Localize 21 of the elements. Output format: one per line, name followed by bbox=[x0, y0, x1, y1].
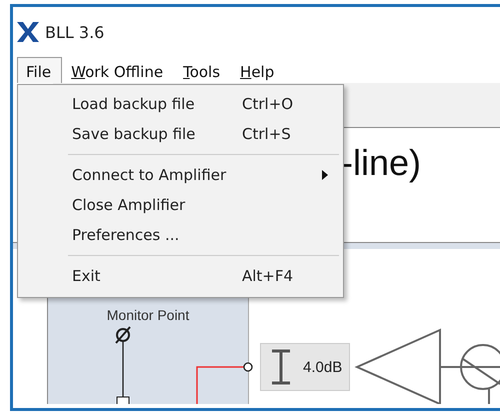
menu-bar-item[interactable]: Work Offline bbox=[62, 57, 174, 83]
submenu-arrow-icon bbox=[322, 170, 328, 180]
panel-title: Monitor Point bbox=[106, 307, 190, 323]
transistor-symbol-drawing bbox=[440, 344, 500, 404]
menu-item[interactable]: Close Amplifier bbox=[18, 190, 343, 220]
menu-item[interactable]: Save backup file Ctrl+S bbox=[18, 119, 343, 149]
page-heading: -line) bbox=[341, 142, 422, 185]
menu-item[interactable]: Load backup file Ctrl+O bbox=[18, 89, 343, 119]
gain-value: 4.0dB bbox=[303, 358, 342, 376]
x-logo-icon bbox=[17, 22, 39, 42]
menu-item[interactable]: Preferences ... bbox=[18, 220, 343, 250]
menu-item[interactable]: Exit Alt+F4 bbox=[18, 261, 343, 291]
submenu-item[interactable]: Connect to Amplifier bbox=[18, 160, 343, 190]
window-title: BLL 3.6 bbox=[45, 22, 104, 42]
menu-bar-item[interactable]: Help bbox=[231, 57, 286, 83]
i-beam-icon bbox=[271, 349, 291, 385]
menu-bar-item[interactable]: File bbox=[17, 57, 62, 83]
menu-bar-item[interactable]: Tools bbox=[174, 57, 232, 83]
connector-node-icon bbox=[243, 362, 253, 372]
gain-block[interactable]: 4.0dB bbox=[260, 343, 350, 391]
signal-wire bbox=[196, 366, 244, 404]
